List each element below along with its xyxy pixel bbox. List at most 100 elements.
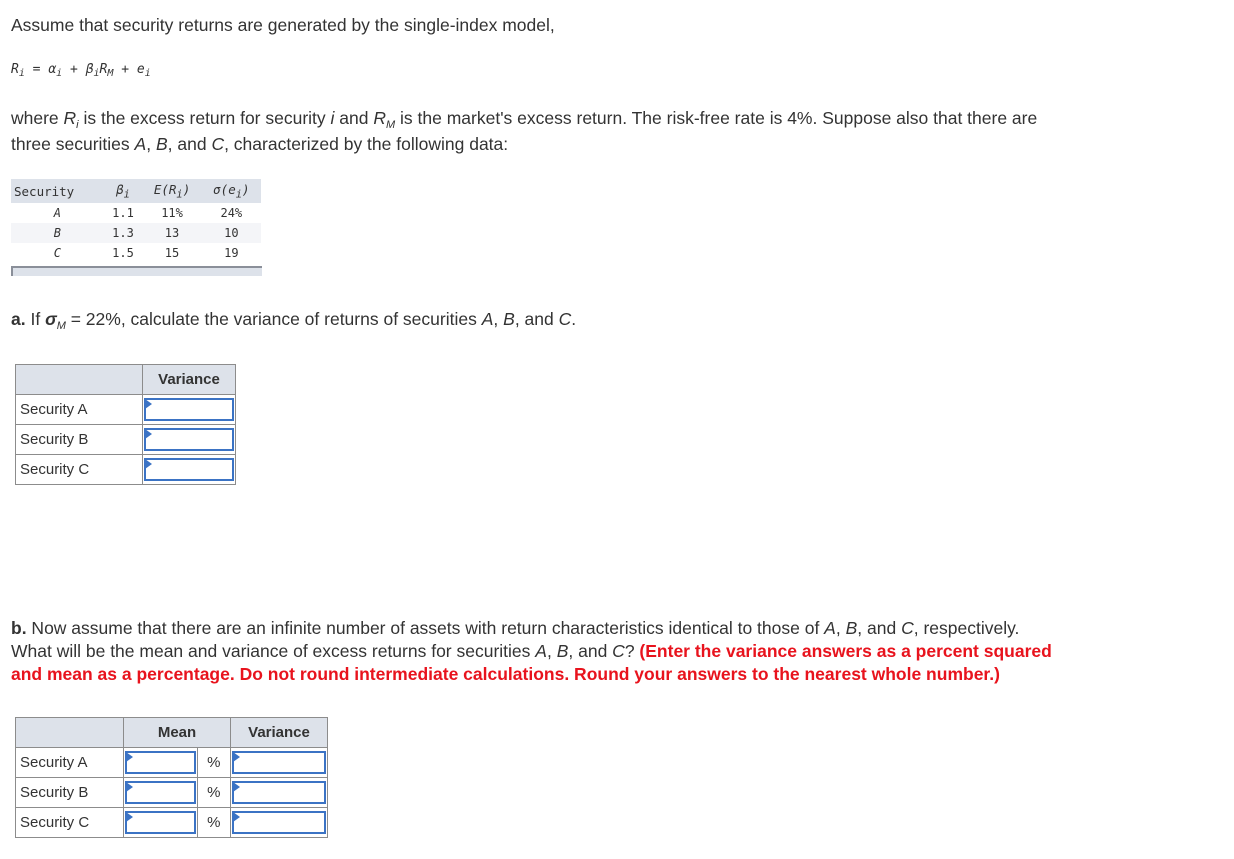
input-flag-icon	[126, 752, 133, 762]
header-expected-return: E(Ri)	[142, 179, 202, 203]
text: , and	[857, 618, 902, 638]
instruction-text: (Enter the variance answers as a percent…	[639, 641, 1052, 661]
sigma-symbol: σ	[45, 309, 57, 329]
variance-cell	[230, 807, 328, 838]
text: , respectively.	[913, 618, 1020, 638]
mean-input-security-a[interactable]	[127, 753, 194, 772]
var-c: C	[211, 134, 225, 154]
formula-eq: =	[24, 62, 49, 77]
table-row: Security A	[15, 394, 236, 425]
variance-input-security-b[interactable]	[146, 430, 232, 449]
cell-residual-sd: 10	[201, 223, 261, 243]
cell-residual-sd: 24%	[220, 206, 243, 220]
table-row: C 1.5 15 19	[11, 243, 261, 263]
er-symbol: E(R	[153, 181, 177, 197]
variance-cell	[230, 747, 328, 778]
text: is the excess return for security	[78, 108, 331, 128]
percent-unit: %	[196, 777, 232, 808]
var-rm: R	[373, 108, 386, 128]
text: ,	[835, 618, 846, 638]
text: , and	[167, 134, 212, 154]
header-variance: Variance	[142, 364, 236, 395]
input-flag-icon	[145, 399, 152, 409]
text: ?	[624, 641, 640, 661]
var-a: A	[535, 641, 547, 661]
row-label: Security C	[15, 807, 124, 838]
variance-cell	[230, 777, 328, 808]
formula-alpha: α	[48, 62, 57, 77]
model-formula: Ri = αi + βiRM + ei	[11, 62, 151, 79]
text: What will be the mean and variance of ex…	[11, 641, 536, 661]
sub-m: M	[56, 320, 66, 332]
sigma-symbol: σ(e	[213, 181, 236, 197]
var-b: B	[155, 134, 168, 154]
variance-input-security-a[interactable]	[234, 753, 324, 772]
part-a-answer-table: Variance Security A Security B Security …	[15, 364, 236, 485]
mean-input-security-b[interactable]	[127, 783, 194, 802]
percent-unit: %	[196, 747, 232, 778]
input-flag-icon	[126, 782, 133, 792]
variance-cell	[142, 424, 236, 455]
input-flag-icon	[145, 459, 152, 469]
securities-text: three securities A, B, and C, characteri…	[11, 131, 508, 157]
mean-cell	[123, 777, 198, 808]
row-label: Security B	[15, 424, 143, 455]
input-flag-icon	[145, 429, 152, 439]
input-flag-icon	[233, 812, 240, 822]
variance-input-security-b[interactable]	[234, 783, 324, 802]
cell-security: A	[53, 206, 61, 220]
part-b-answer-table: Mean Variance Security A % Security B % …	[15, 717, 328, 838]
variance-input-c-box	[232, 811, 326, 834]
table-row: Security B %	[15, 777, 328, 808]
sub-i: i	[123, 188, 130, 201]
var-r: R	[63, 108, 77, 128]
formula-sub-i: i	[144, 68, 151, 79]
formula-plus: +	[113, 62, 137, 77]
input-flag-icon	[233, 782, 240, 792]
input-flag-icon	[233, 752, 240, 762]
header-residual-sd: σ(ei)	[201, 179, 261, 203]
percent-unit: %	[196, 807, 232, 838]
var-b: B	[556, 641, 569, 661]
variance-input-b-box	[232, 781, 326, 804]
var-a: A	[134, 134, 147, 154]
variance-input-security-c[interactable]	[146, 460, 232, 479]
var-b: B	[845, 618, 858, 638]
table-row: Security B	[15, 424, 236, 455]
security-data-table: Security βi E(Ri) σ(ei) A 1.1 11% 24% B …	[11, 179, 261, 263]
row-label: Security A	[15, 394, 143, 425]
input-flag-icon	[126, 812, 133, 822]
formula-e: e	[136, 62, 145, 77]
mean-input-c-box	[125, 811, 196, 834]
table-row: Security A %	[15, 747, 328, 778]
text: ,	[146, 134, 156, 154]
header-blank	[15, 717, 124, 748]
table-footer-bar	[11, 266, 262, 276]
var-a: A	[481, 309, 494, 329]
table-row: A 1.1 11% 24%	[11, 203, 261, 223]
text: is the market's excess return. The risk-…	[395, 108, 1038, 128]
text: Now assume that there are an infinite nu…	[26, 618, 825, 638]
header-security: Security	[11, 179, 104, 203]
cell-expected-return: 15	[164, 246, 180, 260]
variance-input-security-c[interactable]	[234, 813, 324, 832]
mean-input-security-c[interactable]	[127, 813, 194, 832]
paren: )	[241, 181, 250, 197]
variance-input-security-a[interactable]	[146, 400, 232, 419]
cell-security: C	[53, 246, 61, 260]
header-blank	[15, 364, 143, 395]
text: ,	[493, 309, 504, 329]
variance-cell	[142, 454, 236, 485]
text: and	[334, 108, 374, 128]
variance-input-a-box	[144, 398, 234, 421]
variance-input-a-box	[232, 751, 326, 774]
cell-expected-return: 13	[142, 223, 202, 243]
text: If	[25, 309, 46, 329]
part-a-question: a. If σM = 22%, calculate the variance o…	[11, 306, 576, 339]
header-beta: βi	[103, 179, 143, 203]
text: , and	[568, 641, 613, 661]
var-a: A	[824, 618, 836, 638]
cell-beta: 1.5	[112, 246, 134, 260]
cell-beta: 1.1	[112, 206, 134, 220]
sub-m: M	[386, 119, 396, 131]
